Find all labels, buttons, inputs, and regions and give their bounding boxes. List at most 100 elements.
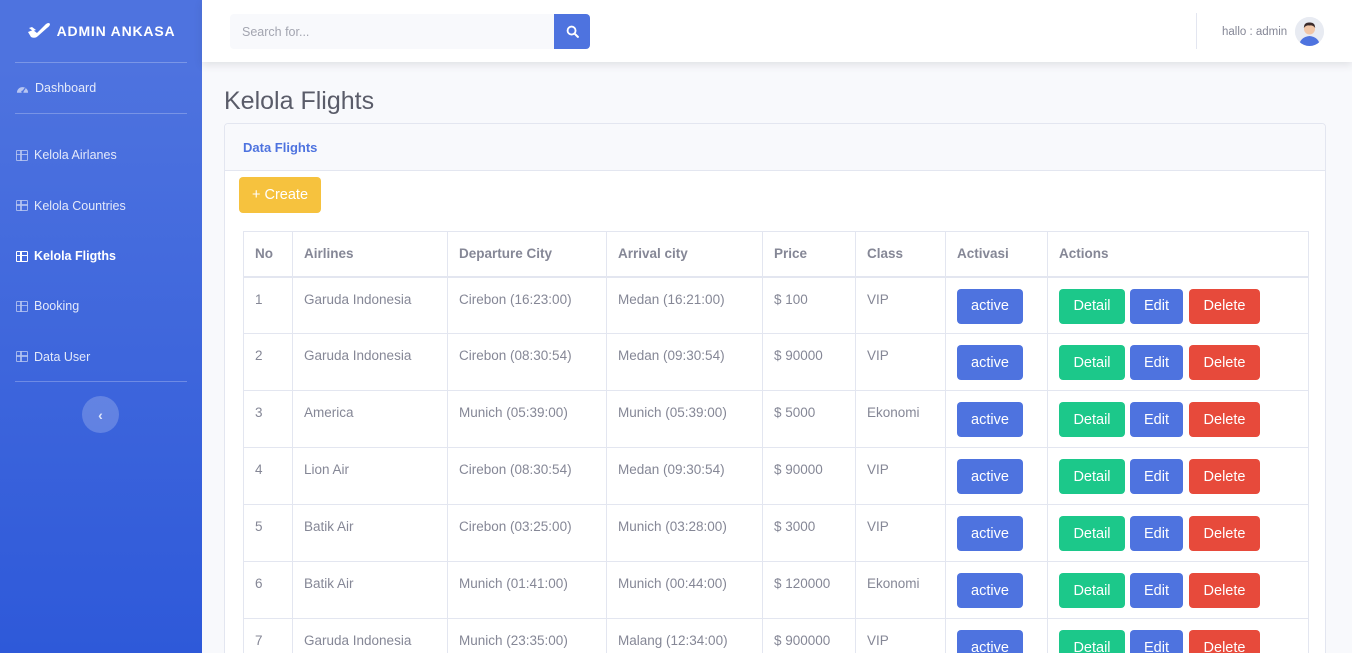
page-title: Kelola Flights: [224, 87, 375, 115]
edit-button[interactable]: Edit: [1130, 288, 1183, 324]
delete-button[interactable]: Delete: [1189, 573, 1260, 608]
actions-cell: Detail Edit Delete: [1047, 561, 1309, 619]
actions-cell: Detail Edit Delete: [1047, 276, 1309, 334]
row-number: 4: [243, 447, 293, 505]
class-cell: VIP: [855, 333, 946, 391]
column-header[interactable]: Departure City: [447, 231, 607, 278]
sidebar-item-label: Booking: [34, 299, 80, 313]
sidebar-item-dashboard[interactable]: Dashboard: [0, 63, 202, 113]
brand[interactable]: ADMIN ANKASA: [0, 0, 202, 62]
airline-cell: Garuda Indonesia: [292, 276, 448, 334]
active-status-button[interactable]: active: [957, 516, 1023, 551]
table-row: 7 Garuda Indonesia Munich (23:35:00) Malang…: [243, 618, 1309, 653]
activasi-cell: active: [945, 504, 1048, 562]
column-header[interactable]: Actions: [1047, 231, 1309, 278]
delete-button[interactable]: Delete: [1189, 402, 1260, 437]
column-header[interactable]: Airlines: [292, 231, 448, 278]
row-number: 5: [243, 504, 293, 562]
active-status-button[interactable]: active: [957, 402, 1023, 437]
airline-cell: America: [292, 390, 448, 448]
active-status-button[interactable]: active: [957, 459, 1023, 494]
dashboard-icon: [16, 83, 29, 94]
column-header[interactable]: No: [243, 231, 293, 278]
sidebar-item-label: Kelola Airlanes: [34, 148, 117, 162]
avatar[interactable]: [1295, 17, 1325, 46]
arrival-cell: Medan (09:30:54): [606, 447, 763, 505]
search-bar: [230, 14, 590, 49]
sidebar-item-kelola-countries[interactable]: Kelola Countries: [0, 180, 202, 231]
edit-button[interactable]: Edit: [1130, 345, 1183, 380]
class-cell: VIP: [855, 447, 946, 505]
departure-cell: Munich (05:39:00): [447, 390, 607, 448]
departure-cell: Munich (23:35:00): [447, 618, 607, 653]
sidebar-item-booking[interactable]: Booking: [0, 281, 202, 331]
edit-button[interactable]: Edit: [1130, 573, 1183, 608]
flights-table: No Airlines Departure City Arrival city …: [243, 231, 1309, 653]
delete-button[interactable]: Delete: [1189, 516, 1260, 551]
sidebar-item-data-user[interactable]: Data User: [0, 331, 202, 382]
airline-cell: Garuda Indonesia: [292, 333, 448, 391]
activasi-cell: active: [945, 618, 1048, 653]
detail-button[interactable]: Detail: [1059, 345, 1125, 380]
active-status-button[interactable]: active: [957, 288, 1023, 324]
arrival-cell: Medan (09:30:54): [606, 333, 763, 391]
delete-button[interactable]: Delete: [1189, 288, 1260, 324]
user-greeting: hallo : admin: [1222, 25, 1288, 38]
row-number: 6: [243, 561, 293, 619]
search-input[interactable]: [230, 14, 554, 49]
price-cell: $ 90000: [762, 333, 856, 391]
airline-cell: Lion Air: [292, 447, 448, 505]
sidebar-toggle-button[interactable]: ‹: [82, 396, 119, 433]
departure-cell: Cirebon (16:23:00): [447, 276, 607, 334]
sidebar-item-label: Data User: [34, 349, 91, 364]
detail-button[interactable]: Detail: [1059, 402, 1125, 437]
create-button[interactable]: + Create: [239, 177, 321, 213]
active-status-button[interactable]: active: [957, 345, 1023, 380]
departure-cell: Munich (01:41:00): [447, 561, 607, 619]
delete-button[interactable]: Delete: [1189, 345, 1260, 380]
activasi-cell: active: [945, 447, 1048, 505]
active-status-button[interactable]: active: [957, 573, 1023, 608]
user-menu[interactable]: hallo : admin: [1222, 17, 1325, 46]
activasi-cell: active: [945, 333, 1048, 391]
airline-cell: Batik Air: [292, 561, 448, 619]
delete-button[interactable]: Delete: [1189, 459, 1260, 494]
sidebar-item-label: Kelola Countries: [34, 198, 126, 213]
column-header[interactable]: Price: [762, 231, 856, 278]
sidebar: ADMIN ANKASA Dashboard Kelola Airlanes K…: [0, 0, 202, 653]
table-row: 1 Garuda Indonesia Cirebon (16:23:00) Medan…: [243, 276, 1309, 334]
detail-button[interactable]: Detail: [1059, 516, 1125, 551]
price-cell: $ 90000: [762, 447, 856, 505]
actions-cell: Detail Edit Delete: [1047, 390, 1309, 448]
column-header[interactable]: Arrival city: [606, 231, 763, 278]
table-row: 6 Batik Air Munich (01:41:00) Munich (00:44…: [243, 561, 1309, 619]
column-header[interactable]: Class: [855, 231, 946, 278]
active-status-button[interactable]: active: [957, 630, 1023, 653]
sidebar-item-label: Dashboard: [35, 81, 97, 95]
table-icon: [16, 200, 28, 211]
sidebar-item-kelola-airlanes[interactable]: Kelola Airlanes: [0, 130, 202, 180]
arrival-cell: Malang (12:34:00): [606, 618, 763, 653]
edit-button[interactable]: Edit: [1130, 402, 1183, 437]
class-cell: VIP: [855, 276, 946, 334]
edit-button[interactable]: Edit: [1130, 516, 1183, 551]
table-icon: [16, 351, 28, 362]
detail-button[interactable]: Detail: [1059, 630, 1125, 653]
delete-button[interactable]: Delete: [1189, 630, 1260, 653]
airline-cell: Garuda Indonesia: [292, 618, 448, 653]
edit-button[interactable]: Edit: [1130, 630, 1183, 653]
edit-button[interactable]: Edit: [1130, 459, 1183, 494]
search-icon: [566, 25, 579, 38]
sidebar-item-label: Kelola Fligths: [34, 249, 116, 263]
sidebar-item-kelola-fligths[interactable]: Kelola Fligths: [0, 231, 202, 281]
detail-button[interactable]: Detail: [1059, 459, 1125, 494]
column-header[interactable]: Activasi: [945, 231, 1048, 278]
departure-cell: Cirebon (03:25:00): [447, 504, 607, 562]
table-icon: [16, 250, 28, 262]
plane-logo-icon: [27, 23, 50, 38]
arrival-cell: Munich (00:44:00): [606, 561, 763, 619]
detail-button[interactable]: Detail: [1059, 573, 1125, 608]
detail-button[interactable]: Detail: [1059, 288, 1125, 324]
arrival-cell: Munich (05:39:00): [606, 390, 763, 448]
search-button[interactable]: [554, 14, 590, 49]
